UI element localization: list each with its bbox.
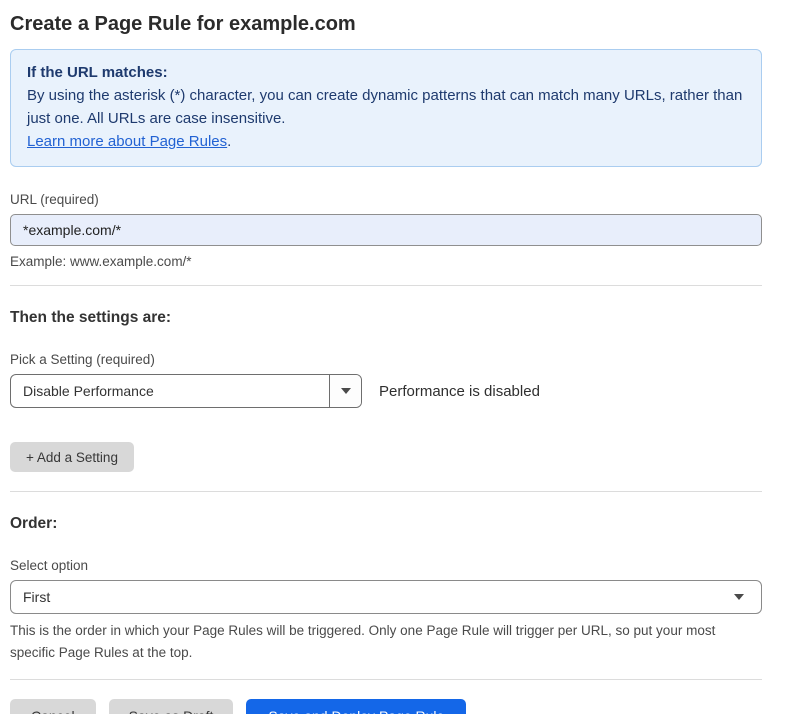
link-period: . (227, 133, 231, 150)
learn-more-link[interactable]: Learn more about Page Rules (27, 133, 227, 150)
setting-status-text: Performance is disabled (379, 383, 540, 400)
setting-select[interactable]: Disable Performance (10, 374, 362, 408)
info-box-body: By using the asterisk (*) character, you… (27, 84, 745, 130)
url-matches-info-box: If the URL matches: By using the asteris… (10, 49, 762, 167)
divider (10, 285, 762, 286)
order-help-text: This is the order in which your Page Rul… (10, 620, 762, 664)
setting-select-arrow-button[interactable] (329, 375, 361, 407)
order-select[interactable]: First (10, 580, 762, 614)
order-select-label: Select option (10, 558, 762, 573)
save-and-deploy-button[interactable]: Save and Deploy Page Rule (246, 699, 466, 714)
chevron-down-icon (734, 594, 744, 600)
url-input[interactable] (10, 214, 762, 246)
order-select-value: First (23, 589, 50, 605)
setting-select-value: Disable Performance (11, 375, 329, 407)
create-page-rule-panel: Create a Page Rule for example.com If th… (0, 0, 790, 714)
add-setting-button[interactable]: + Add a Setting (10, 442, 134, 472)
setting-picker-row: Disable Performance Performance is disab… (10, 374, 762, 408)
divider (10, 491, 762, 492)
order-section-heading: Order: (10, 515, 762, 533)
cancel-button[interactable]: Cancel (10, 699, 96, 714)
form-actions: Cancel Save as Draft Save and Deploy Pag… (10, 699, 762, 714)
save-as-draft-button[interactable]: Save as Draft (109, 699, 234, 714)
url-example-text: Example: www.example.com/* (10, 254, 762, 269)
chevron-down-icon (341, 388, 351, 394)
divider (10, 679, 762, 680)
url-field-label: URL (required) (10, 192, 762, 207)
info-box-heading: If the URL matches: (27, 61, 745, 84)
settings-section-heading: Then the settings are: (10, 309, 762, 327)
page-title: Create a Page Rule for example.com (10, 12, 762, 36)
info-box-link-line: Learn more about Page Rules. (27, 130, 745, 153)
pick-setting-label: Pick a Setting (required) (10, 352, 762, 367)
